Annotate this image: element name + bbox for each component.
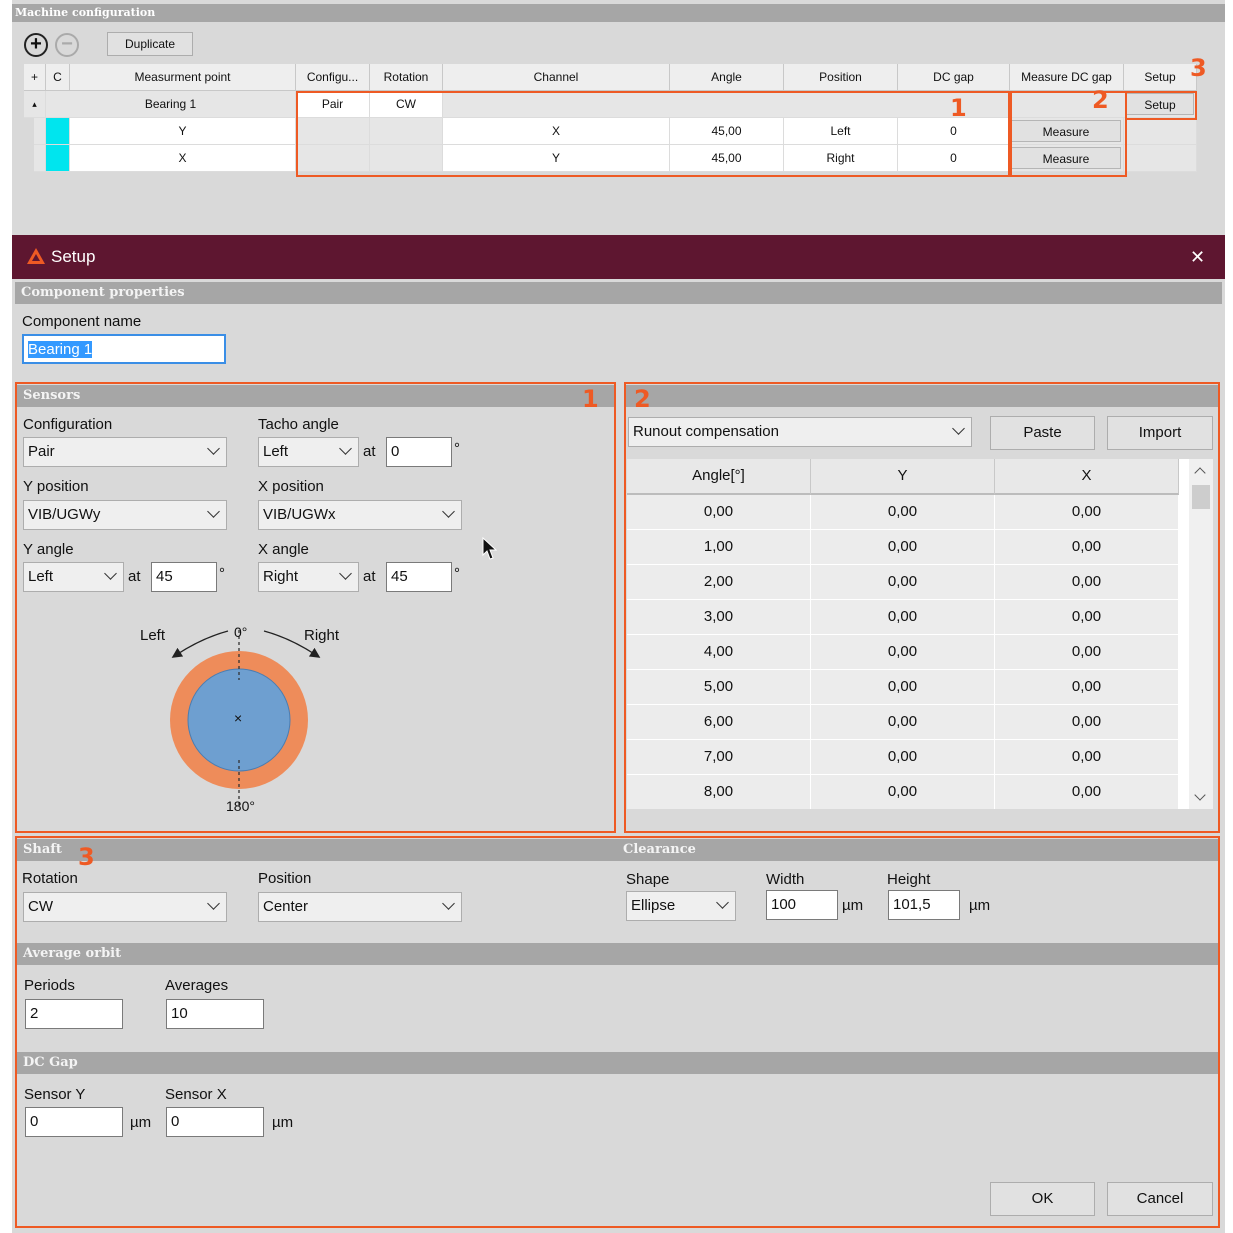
highlight-box-3 [1125, 91, 1197, 120]
dialog-title-bar: Setup ✕ [12, 235, 1225, 279]
highlight-box-2 [1010, 91, 1127, 177]
component-properties-header: Component properties [15, 282, 1222, 304]
component-name-input[interactable]: Bearing 1 [22, 334, 226, 364]
measurement-point-cell[interactable]: Y [70, 118, 296, 145]
highlight-box-1 [296, 91, 1010, 177]
row-marker [34, 145, 46, 172]
component-name-label: Component name [22, 313, 142, 330]
add-icon[interactable]: + [24, 33, 48, 57]
color-cell[interactable] [46, 145, 70, 172]
column-header-rotation[interactable]: Rotation [370, 64, 443, 91]
column-header-angle[interactable]: Angle [670, 64, 784, 91]
setup-cell-empty [1124, 145, 1197, 172]
column-header-position[interactable]: Position [784, 64, 898, 91]
row-marker [34, 118, 46, 145]
marker-2: 2 [1092, 86, 1109, 114]
app-logo-icon [27, 248, 45, 264]
marker-3: 3 [1190, 54, 1207, 82]
column-header-color[interactable]: C [46, 64, 70, 91]
highlight-box-shaft [15, 836, 1220, 1228]
highlight-box-sensors [15, 382, 616, 833]
machine-configuration-title: Machine configuration [12, 4, 1225, 22]
column-header-dc-gap[interactable]: DC gap [898, 64, 1010, 91]
column-header-expand[interactable]: + [24, 64, 46, 91]
column-header-channel[interactable]: Channel [443, 64, 670, 91]
column-header-configuration[interactable]: Configu... [296, 64, 370, 91]
duplicate-button[interactable]: Duplicate [107, 32, 193, 56]
machine-configuration-panel: Machine configuration + − Duplicate + C … [12, 0, 1225, 235]
color-cell[interactable] [46, 118, 70, 145]
column-header-setup[interactable]: Setup [1124, 64, 1197, 91]
dialog-title: Setup [51, 247, 96, 266]
expand-toggle-icon[interactable]: ▴ [24, 91, 46, 118]
remove-icon[interactable]: − [55, 33, 79, 57]
marker-3: 3 [78, 843, 95, 871]
marker-1: 1 [582, 385, 599, 413]
setup-dialog: Setup ✕ Component properties Component n… [12, 235, 1225, 1233]
marker-2: 2 [634, 385, 651, 413]
bearing-point-cell[interactable]: Bearing 1 [46, 91, 296, 118]
close-icon[interactable]: ✕ [1190, 235, 1205, 279]
component-name-value: Bearing 1 [28, 341, 93, 358]
setup-cell-empty [1124, 118, 1197, 145]
highlight-box-runout [624, 382, 1220, 833]
column-header-measurement-point[interactable]: Measurment point [70, 64, 296, 91]
measurement-point-cell[interactable]: X [70, 145, 296, 172]
marker-1: 1 [950, 94, 967, 122]
